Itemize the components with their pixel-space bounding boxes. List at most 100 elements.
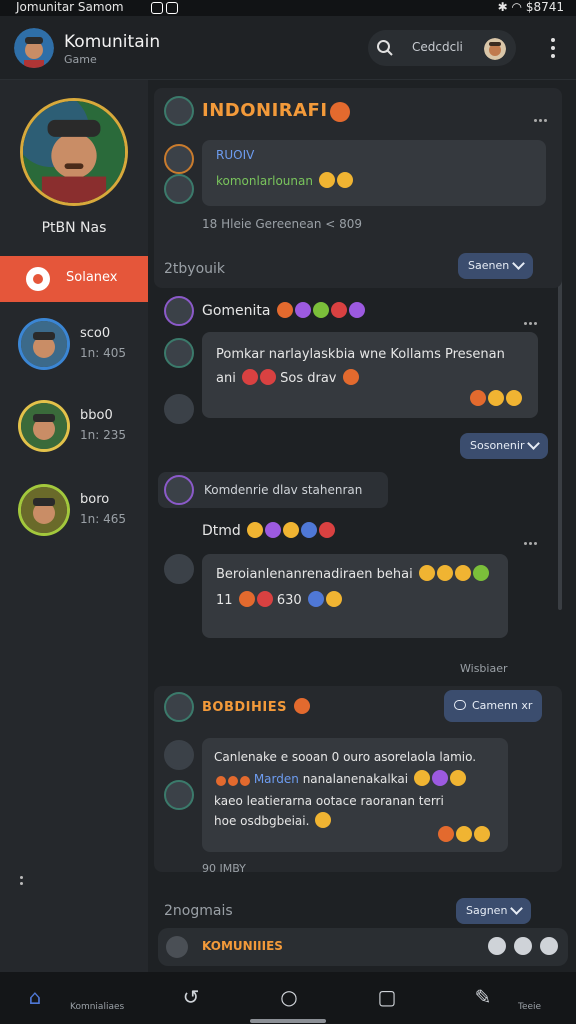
message-line-text: 11 [216, 593, 233, 608]
friend-item[interactable]: sco0 1n: 405 [18, 318, 148, 374]
message-line-text: hoe osdbgbeiai. [214, 814, 310, 828]
friend-item[interactable]: boro 1n: 465 [18, 484, 148, 540]
date-divider: 2tbyouik [164, 261, 226, 277]
card-label: RUOIV [216, 148, 255, 162]
bottom-navbar: ⌂ Komnialiaes ↺ ○ ▢ ✎ Teeie [0, 972, 576, 1024]
send-button-label: Saenen [468, 259, 510, 272]
card-sublabel-text: komonlarlounan [216, 174, 313, 188]
date-divider: 2nogmais [164, 903, 233, 919]
home-indicator[interactable] [250, 1019, 326, 1023]
home-button-icon[interactable]: ○ [274, 982, 304, 1012]
section-action-button[interactable]: Camenn xr [444, 690, 543, 722]
search-icon[interactable] [376, 39, 394, 57]
emoji-icon [216, 776, 226, 786]
emoji-icon [470, 390, 486, 406]
recents-icon[interactable]: ▢ [372, 982, 402, 1012]
emoji-icon [454, 565, 471, 581]
wifi-icon: ◠ [511, 0, 522, 14]
sidebar-active-label: Solanex [66, 270, 118, 285]
emoji-picker-icon[interactable] [488, 937, 506, 955]
send-button[interactable]: Sosonenir [460, 433, 549, 459]
emoji-icon [241, 369, 258, 385]
face-emoji-icon [330, 102, 350, 122]
message-mention[interactable]: Marden [254, 772, 299, 786]
send-button[interactable]: Sagnen [456, 898, 532, 924]
member-avatar [164, 394, 194, 424]
target-icon [26, 267, 50, 291]
friend-avatar [18, 400, 70, 452]
emoji-icon [276, 302, 293, 318]
emoji-icon [283, 522, 300, 538]
message-bubble[interactable]: Pomkar narlaylaskbia wne Kollams Presena… [202, 332, 538, 418]
attach-icon[interactable] [166, 936, 188, 958]
friend-meta: 1n: 465 [80, 512, 127, 526]
notification-icon [151, 2, 163, 14]
section-avatar [164, 692, 194, 722]
message-author: Gomenita [202, 300, 365, 322]
message-line-text: nanalanenakalkai [302, 772, 409, 786]
message-line: Marden nanalanenakalkai [214, 768, 466, 790]
edit-icon [512, 257, 526, 270]
channel-title: INDONIRAFI [202, 100, 328, 121]
app-header: Komunitain Game Cedcdcli [0, 16, 576, 80]
emoji-icon [325, 591, 342, 607]
emoji-icon [228, 776, 238, 786]
emoji-icon [488, 390, 504, 406]
community-avatar[interactable] [14, 28, 54, 68]
emoji-icon [336, 172, 353, 188]
user-avatar[interactable] [484, 38, 506, 60]
sidebar-more-icon[interactable] [20, 876, 24, 886]
friend-avatar [18, 318, 70, 370]
message-line: 11 630 [216, 590, 342, 612]
notice-banner[interactable]: Komdenrie dlav stahenran [158, 472, 388, 508]
sticker-icon[interactable] [540, 937, 558, 955]
emoji-icon [315, 812, 332, 828]
card-sublabel: komonlarlounan [216, 170, 353, 192]
search-pill[interactable]: Cedcdcli [368, 30, 516, 66]
emoji-icon [294, 698, 310, 714]
app-subtitle: Game [64, 53, 97, 66]
reactions[interactable] [468, 388, 522, 407]
edit-pen-icon[interactable]: ✎ [468, 982, 498, 1012]
notice-text: Komdenrie dlav stahenran [204, 483, 363, 497]
message-author: Dtmd [202, 520, 336, 542]
emoji-icon [348, 302, 365, 318]
more-icon[interactable] [534, 107, 550, 122]
profile-avatar[interactable] [20, 98, 128, 206]
notification-icons [148, 1, 178, 15]
emoji-icon [342, 369, 359, 385]
back-icon[interactable]: ↺ [176, 982, 206, 1012]
friend-name: bbo0 [80, 408, 113, 423]
section-title-text: BOBDIHIES [202, 700, 287, 715]
message-line: Pomkar narlaylaskbia wne Kollams Presena… [216, 347, 505, 362]
more-options-icon[interactable] [550, 38, 556, 60]
input-actions [480, 937, 558, 959]
more-icon[interactable] [524, 530, 540, 545]
message-line-text: 630 [276, 593, 302, 608]
status-right: ✱ ◠ $8741 [498, 0, 564, 14]
friend-item[interactable]: bbo0 1n: 235 [18, 400, 148, 456]
edit-icon [510, 902, 524, 915]
message-line: Canlenake e sooan 0 ouro asorelaola lami… [214, 750, 477, 764]
reactions[interactable] [436, 824, 490, 843]
emoji-icon [506, 390, 522, 406]
home-icon[interactable]: ⌂ [20, 982, 50, 1012]
author-name: Dtmd [202, 523, 241, 539]
sidebar-active-item[interactable]: Solanex [0, 256, 148, 302]
send-button[interactable]: Saenen [458, 253, 534, 279]
message-input[interactable]: KOMUNIIIES [158, 928, 568, 966]
more-icon[interactable] [524, 310, 540, 325]
member-avatar [164, 174, 194, 204]
emoji-icon [312, 302, 329, 318]
message-bubble[interactable]: Canlenake e sooan 0 ouro asorelaola lami… [202, 738, 508, 852]
emoji-icon [319, 522, 336, 538]
pinned-card[interactable]: RUOIV komonlarlounan [202, 140, 546, 206]
gif-icon[interactable] [514, 937, 532, 955]
author-avatar [164, 554, 194, 584]
nav-label-right: Teeie [518, 1002, 542, 1012]
emoji-icon [431, 770, 448, 786]
message-bubble[interactable]: Beroianlenanrenadiraen behai 11 630 [202, 554, 508, 638]
member-avatar [164, 338, 194, 368]
search-label: Cedcdcli [412, 40, 463, 54]
emoji-icon [456, 826, 472, 842]
